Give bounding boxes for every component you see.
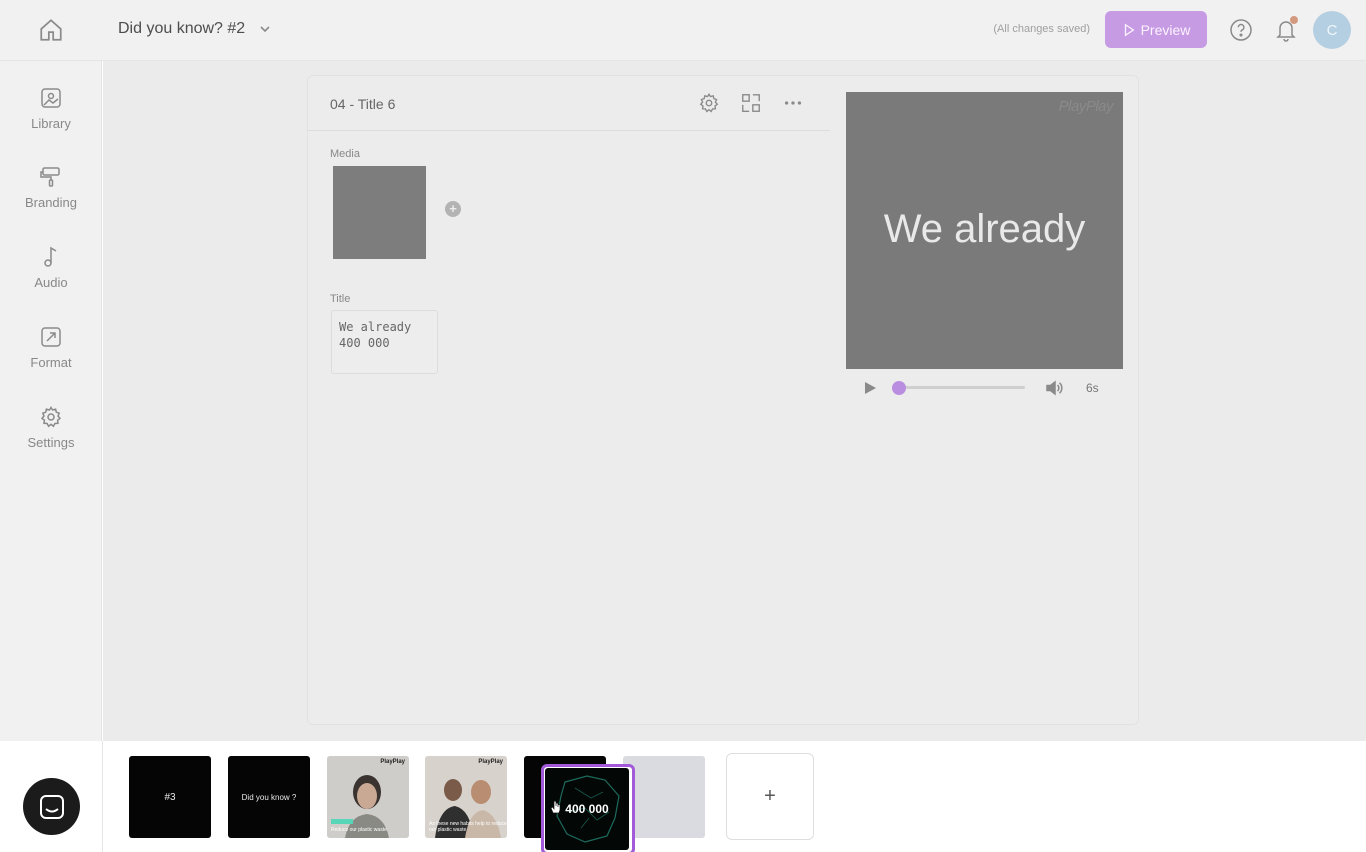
- volume-icon[interactable]: [1044, 378, 1064, 398]
- slide-thumbnail[interactable]: Did you know ?: [228, 756, 310, 838]
- title-label: Title: [330, 293, 351, 305]
- scene-title: 04 - Title 6: [330, 96, 396, 112]
- project-title[interactable]: Did you know? #2: [118, 20, 245, 38]
- avatar[interactable]: C: [1313, 11, 1351, 49]
- slide-thumbnail[interactable]: [623, 756, 705, 838]
- slide-caption: Reduce our plastic waste: [331, 827, 387, 833]
- paint-roller-icon: [40, 167, 60, 187]
- sidebar-item-label: Format: [30, 355, 72, 370]
- add-slide-button[interactable]: +: [726, 753, 814, 840]
- progress-handle[interactable]: [892, 381, 906, 395]
- music-note-icon: [44, 246, 57, 267]
- sidebar-item-settings[interactable]: Settings: [0, 405, 102, 465]
- title-text-field[interactable]: We already 400 000: [331, 310, 438, 374]
- sidebar-item-branding[interactable]: Branding: [0, 165, 102, 225]
- resize-icon: [41, 327, 61, 347]
- slide-caption: As these new habits help to reduce our p…: [429, 821, 507, 833]
- scene-settings-icon[interactable]: [698, 92, 720, 114]
- slide-text: #3: [164, 791, 176, 803]
- chat-launcher-button[interactable]: [23, 778, 80, 835]
- sidebar-item-label: Branding: [24, 195, 78, 210]
- sidebar-item-format[interactable]: Format: [0, 325, 102, 385]
- brand-logo: PlayPlay: [478, 759, 503, 765]
- chat-icon: [39, 794, 64, 819]
- progress-track[interactable]: [899, 386, 1025, 389]
- image-icon: [41, 88, 61, 108]
- sidebar-item-audio[interactable]: Audio: [0, 245, 102, 305]
- hand-cursor-icon: [550, 800, 562, 814]
- sidebar-item-label: Settings: [27, 435, 75, 450]
- notification-dot: [1290, 16, 1298, 24]
- slide-thumbnail[interactable]: PlayPlay As these new habits help to red…: [425, 756, 507, 838]
- swap-layout-icon[interactable]: [740, 92, 762, 114]
- duration-label: 6s: [1086, 381, 1099, 395]
- video-preview[interactable]: PlayPlay We already: [846, 92, 1123, 369]
- media-label: Media: [330, 148, 360, 160]
- caption-tag: [331, 819, 353, 824]
- timeline-divider: [102, 741, 103, 852]
- brand-logo: PlayPlay: [380, 759, 405, 765]
- gear-icon: [40, 406, 62, 428]
- more-options-icon[interactable]: [782, 92, 804, 114]
- sidebar-item-label: Library: [31, 116, 71, 131]
- slide-text: 400 000: [565, 802, 609, 816]
- chevron-down-icon[interactable]: [256, 20, 274, 38]
- sidebar-item-library[interactable]: Library: [0, 86, 102, 146]
- play-outline-icon: [1124, 23, 1135, 36]
- help-icon[interactable]: [1229, 18, 1253, 42]
- brand-watermark: PlayPlay: [1058, 98, 1114, 115]
- sidebar-item-label: Audio: [34, 275, 68, 290]
- media-thumbnail[interactable]: [333, 166, 426, 259]
- home-icon[interactable]: [38, 17, 64, 43]
- slide-thumbnail[interactable]: PlayPlay Reduce our plastic waste: [327, 756, 409, 838]
- save-status: (All changes saved): [993, 23, 1090, 35]
- preview-label: Preview: [1140, 21, 1191, 38]
- slide-thumbnail[interactable]: #3: [129, 756, 211, 838]
- preview-overlay-text: We already: [883, 207, 1086, 251]
- play-icon[interactable]: [862, 380, 878, 396]
- person-photo: [327, 756, 409, 838]
- preview-button[interactable]: Preview: [1105, 11, 1207, 48]
- slide-text: Did you know ?: [241, 792, 297, 802]
- add-media-icon[interactable]: +: [445, 201, 461, 217]
